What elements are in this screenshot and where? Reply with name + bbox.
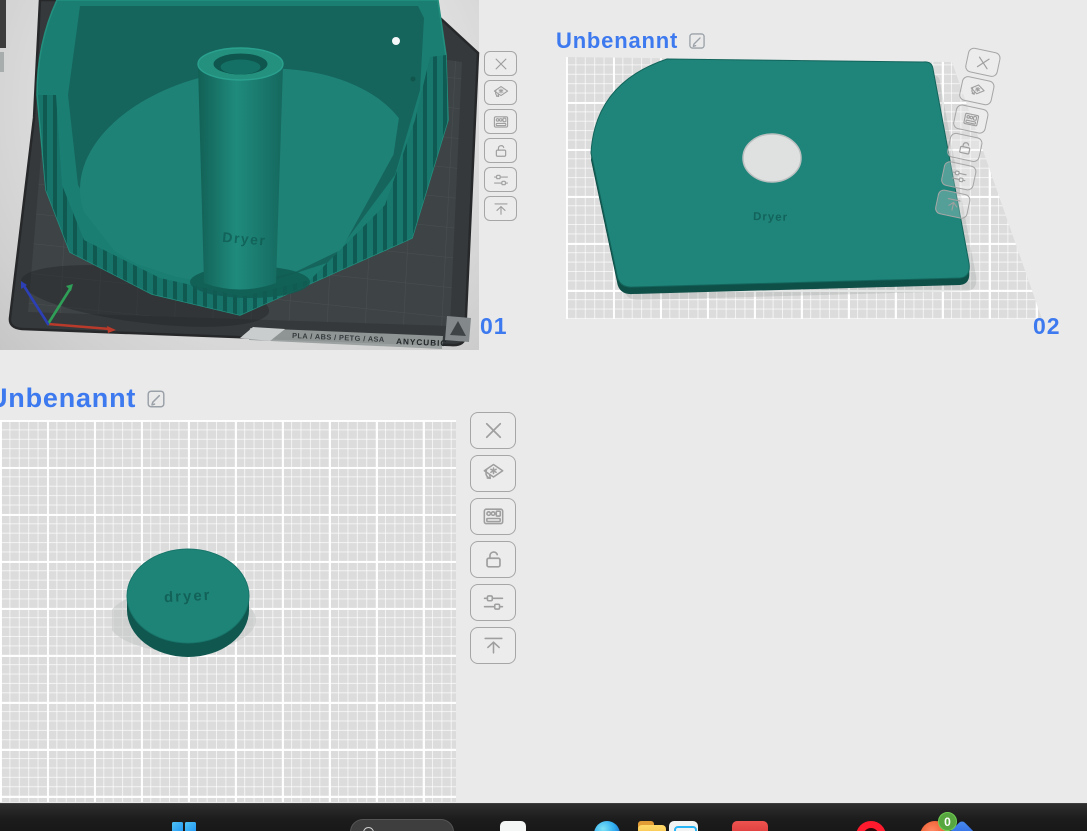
delete-icon <box>481 418 506 443</box>
build-plate-1-scene[interactable]: Dryer PLA / ABS / PETG / ASA ANYCUBIC <box>0 0 480 350</box>
export-button[interactable] <box>484 196 517 221</box>
preview-icon <box>481 461 506 486</box>
plate-3-title: Unbenannt <box>0 383 167 414</box>
lid-hole <box>742 133 802 183</box>
taskbar-app-screenshot-tool-icon[interactable] <box>669 821 698 831</box>
edit-pencil-icon <box>145 388 167 410</box>
delete-button[interactable] <box>484 51 517 76</box>
delete-icon <box>972 52 993 73</box>
side-toolbar-1 <box>484 51 517 221</box>
preview-button[interactable] <box>484 80 517 105</box>
plate-settings-icon <box>960 108 981 129</box>
lock-button[interactable] <box>470 541 516 578</box>
export-icon <box>481 633 506 658</box>
sliders-icon <box>948 165 969 186</box>
plate-settings-button[interactable] <box>470 498 516 535</box>
plate-settings-icon <box>481 504 506 529</box>
preview-button[interactable] <box>958 75 996 107</box>
model-screw-hole <box>392 37 400 45</box>
model-2-embossed-label: Dryer <box>753 211 788 224</box>
export-button[interactable] <box>470 627 516 664</box>
plate-settings-icon <box>492 113 510 131</box>
preview-button[interactable] <box>470 455 516 492</box>
taskbar: 0 <box>0 803 1087 831</box>
plate-settings-button[interactable] <box>484 109 517 134</box>
unlock-icon <box>954 137 975 158</box>
start-button[interactable] <box>172 822 196 831</box>
model-3-embossed-label: dryer <box>164 587 212 606</box>
adjust-button[interactable] <box>940 160 978 192</box>
windows-logo-icon <box>172 822 183 831</box>
taskbar-app-file-explorer-icon[interactable] <box>638 821 666 831</box>
preview-icon <box>492 84 510 102</box>
preview-icon <box>966 80 987 101</box>
adjust-button[interactable] <box>484 167 517 192</box>
plate-2-scene[interactable]: Dryer <box>555 25 1080 335</box>
export-icon <box>942 193 963 214</box>
rename-plate-3-button[interactable] <box>145 388 167 410</box>
sliders-icon <box>492 171 510 189</box>
plate-3-title-text: Unbenannt <box>0 383 137 413</box>
plate-2-badge: 02 <box>1033 313 1061 339</box>
plate-settings-button[interactable] <box>952 103 990 135</box>
plate-3-scene[interactable]: dryer <box>112 538 264 666</box>
lock-button[interactable] <box>946 131 984 164</box>
export-icon <box>492 200 510 218</box>
unlock-icon <box>481 547 506 572</box>
taskbar-app-notes[interactable] <box>500 821 526 831</box>
desktop: Dryer PLA / ABS / PETG / ASA ANYCUBIC 01 <box>0 0 1087 831</box>
delete-icon <box>492 55 510 73</box>
adjust-button[interactable] <box>470 584 516 621</box>
side-toolbar-3 <box>470 412 516 664</box>
model-dryer-disc[interactable]: dryer <box>126 548 250 657</box>
search-box[interactable] <box>350 819 454 831</box>
taskbar-app-red-icon[interactable] <box>732 821 768 831</box>
search-icon <box>363 827 374 831</box>
sliders-icon <box>481 590 506 615</box>
unlock-icon <box>492 142 510 160</box>
delete-button[interactable] <box>470 412 516 449</box>
plate-1-badge: 01 <box>480 313 508 339</box>
notification-badge: 0 <box>938 812 957 831</box>
taskbar-app-edge-browser-icon[interactable] <box>594 821 620 831</box>
taskbar-app-opera-icon[interactable] <box>856 821 886 831</box>
lock-button[interactable] <box>484 138 517 163</box>
delete-button[interactable] <box>964 46 1002 78</box>
